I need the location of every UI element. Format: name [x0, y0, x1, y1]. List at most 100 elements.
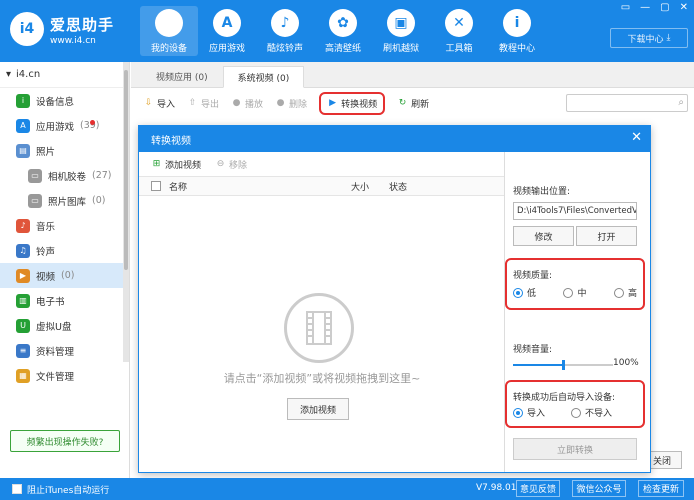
nav-item-3[interactable]: ✿ 高清壁纸	[314, 6, 372, 56]
search-icon[interactable]: ⌕	[678, 97, 684, 108]
import-label: 导入	[157, 99, 176, 110]
sidebar-scroll-thumb[interactable]	[124, 70, 128, 270]
sidebar-item-6[interactable]: ♫ 铃声	[0, 238, 129, 263]
volume-slider-handle[interactable]	[562, 360, 565, 370]
info-icon: i	[503, 9, 531, 37]
delete-label: 删除	[289, 99, 308, 110]
check-update-button[interactable]: 检查更新	[638, 480, 684, 497]
quality-option-0[interactable]: 低	[513, 286, 536, 299]
download-center-button[interactable]: 下载中心 ⤓	[610, 28, 688, 48]
search-input[interactable]: ⌕	[566, 94, 688, 112]
convert-settings-panel: 视频输出位置: D:\i4Tools7\Files\ConvertedVi 修改…	[505, 152, 645, 472]
convert-now-button[interactable]: 立即转换	[513, 438, 637, 460]
folder-icon: ▭	[28, 193, 42, 208]
sidebar-item-9[interactable]: U 虚拟U盘	[0, 313, 129, 338]
add-video-label: 添加视频	[165, 160, 202, 171]
sidebar-item-8[interactable]: ▥ 电子书	[0, 288, 129, 313]
import-button[interactable]: ⇩ 导入	[143, 97, 175, 110]
dialog-toolbar: ⊞ 添加视频 ⊖ 移除	[139, 152, 504, 176]
sidebar-item-11[interactable]: ▦ 文件管理	[0, 363, 129, 388]
tab-1[interactable]: 系统视频 (0)	[222, 66, 305, 88]
sidebar-item-label: 照片图库	[48, 196, 87, 208]
export-button[interactable]: ⇧ 导出	[187, 97, 219, 110]
version-label: V7.98.01	[476, 483, 517, 493]
nav-label: 工具箱	[445, 44, 473, 54]
volume-slider[interactable]	[513, 360, 613, 370]
nav-item-4[interactable]: ▣ 刷机越狱	[372, 6, 430, 56]
quality-option-label: 低	[527, 289, 537, 299]
nav-item-0[interactable]: 我的设备	[140, 6, 198, 56]
convert-video-button[interactable]: ▶ 转换视频	[319, 91, 386, 115]
sidebar-item-2[interactable]: ▤ 照片	[0, 138, 129, 163]
sidebar-item-1[interactable]: A 应用游戏 (39)	[0, 113, 129, 138]
play-button[interactable]: ● 播放	[231, 97, 263, 110]
sidebar-item-3[interactable]: ▭ 相机胶卷 (27)	[0, 163, 129, 188]
radio-button[interactable]	[571, 407, 582, 418]
feedback-button[interactable]: 意见反馈	[516, 480, 560, 497]
delete-button[interactable]: ● 删除	[275, 97, 307, 110]
nav-label: 应用游戏	[208, 44, 245, 54]
usb-icon: U	[16, 318, 30, 333]
radio-button[interactable]	[513, 287, 523, 298]
modify-path-button[interactable]: 修改	[513, 226, 574, 246]
video-tabs: 视频应用 (0) 系统视频 (0)	[131, 62, 694, 88]
nav-item-5[interactable]: ✕ 工具箱	[430, 6, 488, 56]
auto-import-option-0[interactable]: 导入	[513, 406, 545, 419]
refresh-icon: ↻	[398, 98, 407, 108]
drop-zone[interactable]: 请点击“添加视频”或将视频拖拽到这里~ 添加视频	[139, 218, 505, 468]
maximize-icon[interactable]: ▢	[660, 2, 669, 13]
radio-button[interactable]	[563, 287, 574, 298]
sidebar-item-label: 文件管理	[36, 371, 75, 383]
radio-button[interactable]	[513, 407, 523, 418]
operation-failure-help-button[interactable]: 频繁出现操作失败?	[10, 430, 120, 452]
top-bar: i4 爱思助手 www.i4.cn 我的设备 A 应用游戏 ♪ 酷炫铃声 ✿ 高清壁纸 ▣ 刷机…	[0, 0, 694, 62]
block-itunes-label: 阻止iTunes自动运行	[27, 485, 110, 496]
sidebar-item-0[interactable]: i 设备信息	[0, 88, 129, 113]
add-video-toolbar-button[interactable]: ⊞ 添加视频	[151, 158, 201, 171]
convert-video-dialog: 转换视频 ✕ ⊞ 添加视频 ⊖ 移除 名称 大小 状态 请点击“添加视频”或将视…	[138, 125, 651, 473]
nav-item-6[interactable]: i 教程中心	[488, 6, 546, 56]
radio-button[interactable]	[613, 287, 624, 298]
book-icon: ▥	[16, 293, 30, 308]
main-nav: 我的设备 A 应用游戏 ♪ 酷炫铃声 ✿ 高清壁纸 ▣ 刷机越狱 ✕ 工具箱 i 教程中心	[140, 6, 546, 56]
minimize-icon[interactable]: —	[640, 2, 650, 13]
auto-import-option-1[interactable]: 不导入	[571, 406, 612, 419]
auto-import-options: 导入 不导入	[513, 406, 637, 419]
remove-button[interactable]: ⊖ 移除	[215, 158, 247, 171]
open-folder-button[interactable]: 打开	[576, 226, 637, 246]
quality-option-label: 高	[627, 289, 637, 299]
select-all-checkbox[interactable]	[151, 181, 161, 191]
tools-icon: ✕	[445, 9, 473, 37]
close-icon[interactable]: ✕	[631, 130, 642, 145]
chevron-down-icon[interactable]: ▾	[6, 69, 11, 80]
wechat-button[interactable]: 微信公众号	[572, 480, 626, 497]
dialog-titlebar: 转换视频 ✕	[139, 126, 650, 152]
bell-icon: ♪	[271, 9, 299, 37]
sidebar-item-10[interactable]: ≡ 资料管理	[0, 338, 129, 363]
add-video-button[interactable]: 添加视频	[287, 398, 349, 420]
quality-option-1[interactable]: 中	[563, 286, 587, 299]
quality-options: 低中高	[513, 286, 637, 299]
block-itunes-checkbox[interactable]	[12, 484, 22, 494]
quality-option-2[interactable]: 高	[613, 286, 637, 299]
sidebar-item-label: 照片	[36, 146, 56, 158]
export-label: 导出	[201, 99, 220, 110]
skin-icon[interactable]: ▭	[621, 2, 630, 13]
folder-icon: ▭	[28, 168, 42, 183]
tab-0[interactable]: 视频应用 (0)	[141, 65, 223, 87]
appstore-icon: A	[16, 118, 30, 133]
refresh-button[interactable]: ↻ 刷新	[397, 97, 429, 110]
nav-item-2[interactable]: ♪ 酷炫铃声	[256, 6, 314, 56]
sidebar-item-label: 设备信息	[36, 96, 75, 108]
device-header[interactable]: ▾ i4.cn	[0, 62, 129, 88]
remove-label: 移除	[229, 160, 248, 171]
sidebar-item-label: 电子书	[36, 296, 65, 308]
sidebar-item-7[interactable]: ▶ 视频 (0)	[0, 263, 129, 288]
close-icon[interactable]: ✕	[680, 2, 688, 13]
sidebar-item-5[interactable]: ♪ 音乐	[0, 213, 129, 238]
output-path-field[interactable]: D:\i4Tools7\Files\ConvertedVi	[513, 202, 637, 220]
sidebar-item-4[interactable]: ▭ 照片图库 (0)	[0, 188, 129, 213]
column-name: 名称	[169, 182, 188, 193]
play-label: 播放	[245, 99, 264, 110]
nav-item-1[interactable]: A 应用游戏	[198, 6, 256, 56]
